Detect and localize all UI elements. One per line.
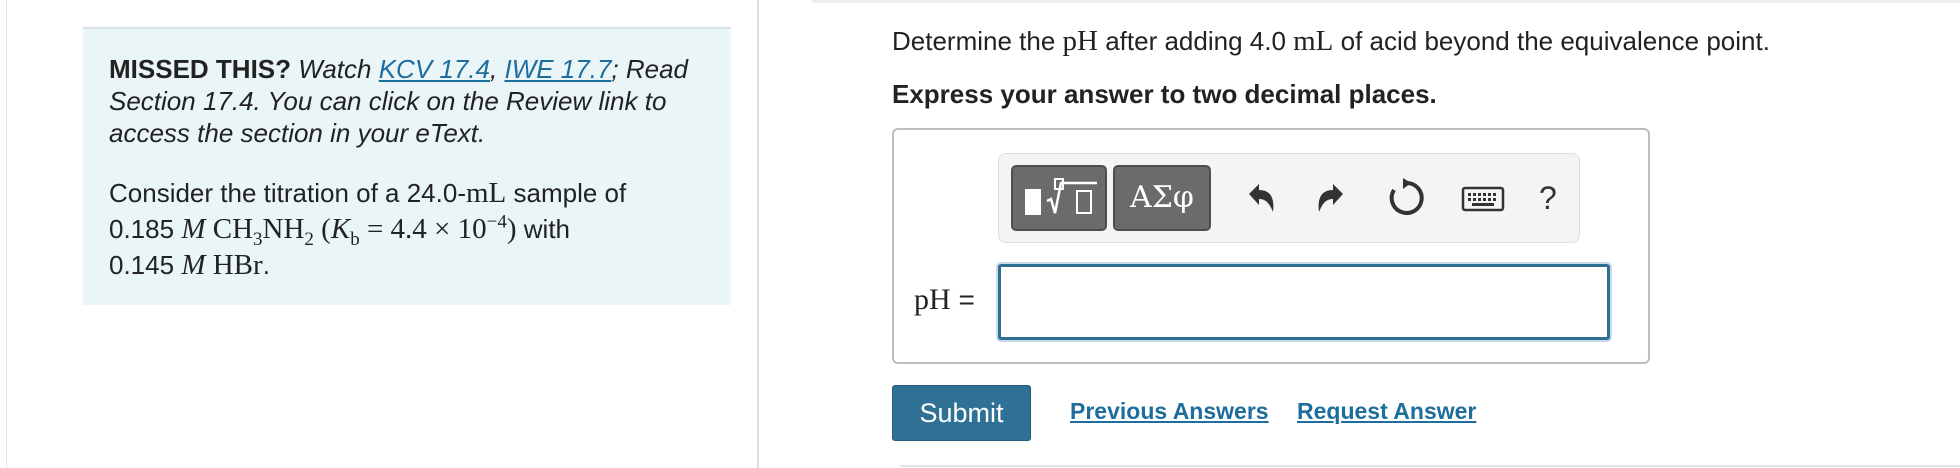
iwe-link[interactable]: IWE 17.7 [504, 54, 611, 84]
question-middle: after adding 4.0 [1097, 26, 1294, 56]
problem-with: with [516, 214, 571, 244]
missed-this-heading: MISSED THIS? [109, 54, 292, 84]
redo-icon[interactable] [1309, 174, 1357, 222]
acid-formula: M HBr [181, 249, 262, 281]
problem-intro: Consider the titration of a 24.0- [109, 178, 466, 208]
symbols-label: ΑΣφ [1130, 180, 1194, 215]
base-formula-nh: NH [262, 213, 305, 245]
missed-this-box: MISSED THIS? Watch KCV 17.4, IWE 17.7; R… [83, 27, 731, 305]
base-molar: M [181, 213, 206, 245]
request-answer-link[interactable]: Request Answer [1297, 396, 1476, 426]
kb-subscript: b [350, 228, 360, 250]
templates-icon [1025, 178, 1097, 215]
symbols-button[interactable]: ΑΣφ [1113, 165, 1211, 231]
problem-unit-ml: mL [465, 177, 507, 209]
question-text: Determine the pH after adding 4.0 mL of … [892, 24, 1770, 58]
question-unit: mL [1293, 25, 1334, 57]
kb-exponent: −4 [486, 211, 507, 233]
undo-icon[interactable] [1235, 174, 1283, 222]
pane-divider[interactable] [757, 0, 759, 468]
base-subscript-3: 3 [253, 228, 263, 250]
problem-sample-of: sample of [506, 178, 627, 208]
question-ph: pH [1062, 25, 1098, 57]
base-concentration: 0.185 [109, 214, 175, 244]
link-separator: , [490, 54, 498, 84]
ph-label-equals: = [950, 284, 975, 315]
kb-value: = 4.4 × 10 [359, 213, 487, 245]
base-formula: M CH3NH2 (Kb = 4.4 × 10−4) [181, 211, 517, 248]
kb-close-paren: ) [506, 213, 517, 245]
question-prefix: Determine the [892, 26, 1063, 56]
templates-button[interactable] [1011, 165, 1107, 231]
ph-label: pH = [914, 283, 975, 317]
help-icon[interactable]: ? [1539, 178, 1557, 218]
acid-formula-hbr: HBr [212, 249, 263, 281]
base-subscript-2: 2 [304, 228, 314, 250]
problem-pane: MISSED THIS? Watch KCV 17.4, IWE 17.7; R… [0, 0, 758, 468]
top-rule [812, 0, 1960, 3]
keyboard-icon[interactable] [1459, 174, 1507, 222]
kb-open-paren: ( [321, 213, 331, 245]
base-formula-ch: CH [212, 213, 254, 245]
problem-statement: Consider the titration of a 24.0-mL samp… [109, 175, 705, 283]
previous-answers-link[interactable]: Previous Answers [1070, 396, 1269, 426]
kcv-link[interactable]: KCV 17.4 [379, 54, 490, 84]
submit-button[interactable]: Submit [892, 385, 1031, 441]
answer-box: ΑΣφ ? pH = [892, 128, 1650, 364]
reset-icon[interactable] [1383, 174, 1431, 222]
missed-this-text: MISSED THIS? Watch KCV 17.4, IWE 17.7; R… [109, 53, 705, 149]
bottom-rule [900, 465, 1960, 467]
problem-period: . [262, 250, 270, 280]
ph-label-symbol: pH [914, 283, 951, 316]
kb-symbol: K [330, 213, 351, 245]
acid-concentration: 0.145 [109, 250, 175, 280]
missed-watch-text: Watch [298, 54, 372, 84]
ph-answer-input[interactable] [998, 264, 1610, 340]
acid-molar: M [181, 249, 206, 281]
question-suffix: of acid beyond the equivalence point. [1333, 26, 1770, 56]
math-toolbar: ΑΣφ ? [998, 153, 1580, 243]
page: MISSED THIS? Watch KCV 17.4, IWE 17.7; R… [0, 0, 1960, 468]
answer-instruction: Express your answer to two decimal place… [892, 79, 1437, 109]
